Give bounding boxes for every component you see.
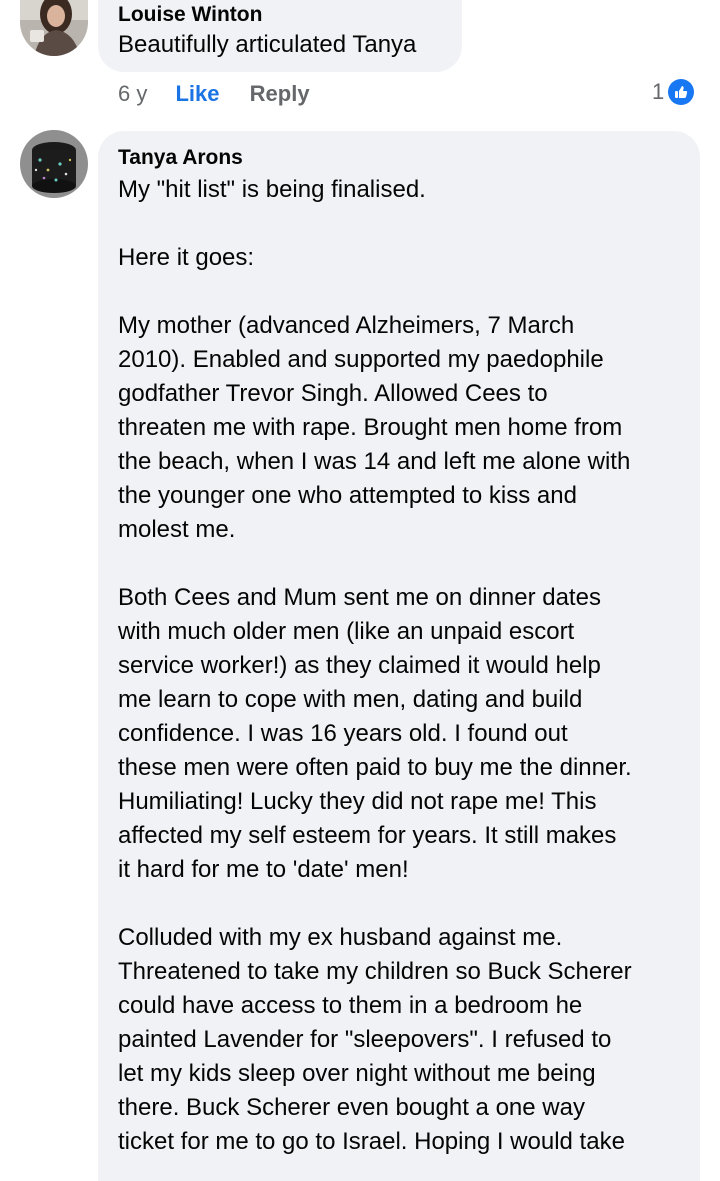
comment-paragraph: Here it goes: [118, 244, 255, 271]
profile-photo [20, 0, 88, 56]
comment-timestamp[interactable]: 6 y [118, 81, 147, 106]
avatar[interactable] [20, 0, 88, 56]
avatar[interactable] [20, 130, 88, 198]
comment-paragraph: My "hit list" is being finalised. [118, 176, 426, 203]
comment-bubble: Tanya Arons My "hit list" is being final… [98, 131, 700, 1181]
like-button[interactable]: Like [175, 81, 219, 106]
reaction-summary[interactable]: 1 [652, 79, 695, 105]
reply-button[interactable]: Reply [250, 81, 310, 106]
comment-actions: 6 y Like Reply [118, 80, 310, 108]
comment-paragraph: Colluded with my ex husband against me. … [118, 924, 632, 1155]
comment-bubble: Louise Winton Beautifully articulated Ta… [98, 0, 462, 72]
thumbs-up-icon [668, 79, 695, 105]
comment-author[interactable]: Tanya Arons [118, 145, 243, 171]
comment-text: Beautifully articulated Tanya [118, 31, 417, 58]
comment-author[interactable]: Louise Winton [118, 2, 262, 28]
comment-paragraph: My mother (advanced Alzheimers, 7 March … [118, 312, 631, 543]
reaction-count: 1 [652, 79, 665, 104]
comment-paragraph: Both Cees and Mum sent me on dinner date… [118, 584, 632, 883]
comment-body: My "hit list" is being finalised. Here i… [118, 173, 693, 1159]
profile-photo [20, 130, 88, 198]
